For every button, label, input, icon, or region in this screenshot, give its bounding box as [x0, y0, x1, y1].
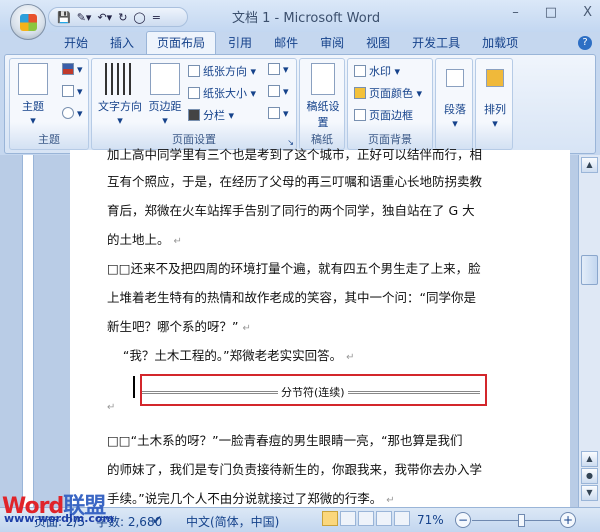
tab-mailings[interactable]: 邮件 [264, 32, 308, 54]
scroll-thumb[interactable] [581, 255, 598, 285]
tab-developer[interactable]: 开发工具 [402, 32, 470, 54]
columns-icon [188, 109, 200, 121]
page-color-button[interactable]: 页面颜色 ▾ [354, 85, 422, 101]
tab-view[interactable]: 视图 [356, 32, 400, 54]
office-logo-icon [20, 14, 37, 31]
group-theme: 主题 ▾ ▾ ▾ ▾ 主题 [9, 58, 89, 150]
theme-effects-icon [62, 107, 74, 119]
manuscript-setup-button[interactable]: 稿纸设置 [306, 63, 340, 130]
watermark-icon [354, 65, 366, 77]
breaks-icon [268, 63, 280, 75]
tab-references[interactable]: 引用 [218, 32, 262, 54]
arrange-button[interactable]: 排列 ▾ [478, 63, 512, 130]
zoom-out-button[interactable]: − [455, 512, 471, 528]
document-area: 加上高中同学里有三个也是考到了这个城市，正好可以结伴而行，相 互有个照应，于是，… [0, 147, 578, 510]
page-borders-button[interactable]: 页面边框 [354, 107, 413, 123]
undo-icon[interactable]: ↶▾ [97, 11, 112, 24]
ribbon: 主题 ▾ ▾ ▾ ▾ 主题 文字方向 ▾ 页边距 ▾ 纸张方向 ▾ 纸张大小 ▾ 分栏… [4, 54, 596, 154]
tab-page-layout[interactable]: 页面布局 [146, 31, 217, 54]
paragraph-button[interactable]: 段落 ▾ [438, 63, 472, 130]
size-icon [188, 87, 200, 99]
circle-icon[interactable]: ◯ [133, 11, 145, 24]
margins-icon [150, 63, 180, 95]
save-icon[interactable]: 💾 [57, 11, 71, 24]
watermark-button[interactable]: 水印 ▾ [354, 63, 400, 79]
page-color-icon [354, 87, 366, 99]
format-painter-icon[interactable]: ✎▾ [77, 11, 92, 24]
zoom-level[interactable]: 71% [417, 513, 444, 527]
theme-colors-icon [62, 63, 74, 75]
columns-button[interactable]: 分栏 ▾ [188, 107, 234, 123]
window-title: 文档 1 - Microsoft Word [232, 11, 381, 26]
quick-access-toolbar: 💾 ✎▾ ↶▾ ↻ ◯ = [48, 7, 188, 27]
redo-icon[interactable]: ↻ [118, 11, 127, 24]
group-arrange: 排列 ▾ [475, 58, 513, 150]
minimize-button[interactable]: – [512, 5, 519, 20]
draft-button[interactable] [394, 511, 410, 526]
group-paragraph: 段落 ▾ [435, 58, 473, 150]
page-borders-icon [354, 109, 366, 121]
zoom-slider[interactable] [472, 520, 560, 521]
highlight-box [140, 374, 487, 406]
tab-addins[interactable]: 加载项 [472, 32, 528, 54]
themes-button[interactable]: 主题 ▾ [16, 63, 50, 127]
breaks-button[interactable]: ▾ [268, 63, 289, 76]
select-browse-object-button[interactable]: ● [581, 468, 598, 484]
theme-colors-button[interactable]: ▾ [62, 63, 83, 76]
group-page-setup: 文字方向 ▾ 页边距 ▾ 纸张方向 ▾ 纸张大小 ▾ 分栏 ▾ ▾ ▾ ▾ 页面设置… [91, 58, 297, 150]
office-button[interactable] [10, 4, 46, 40]
zoom-in-button[interactable]: + [560, 512, 576, 528]
vertical-ruler [22, 155, 34, 507]
title-bar: 💾 ✎▾ ↶▾ ↻ ◯ = 文档 1 - Microsoft Word – □ … [0, 0, 600, 32]
zoom-slider-thumb[interactable] [518, 514, 525, 527]
theme-fonts-button[interactable]: ▾ [62, 85, 83, 98]
manuscript-icon [311, 63, 335, 95]
line-numbers-button[interactable]: ▾ [268, 85, 289, 98]
previous-page-button[interactable]: ▲ [581, 451, 598, 467]
help-icon[interactable]: ? [578, 36, 592, 50]
group-manuscript: 稿纸设置 稿纸 [299, 58, 345, 150]
text-direction-button[interactable]: 文字方向 ▾ [96, 63, 144, 127]
paragraph-icon [446, 69, 464, 87]
proofing-icon[interactable]: ✔ [152, 513, 162, 527]
arrange-icon [486, 69, 504, 87]
customize-qat-button[interactable]: = [152, 11, 161, 24]
document-page[interactable]: 加上高中同学里有三个也是考到了这个城市，正好可以结伴而行，相 互有个照应，于是，… [70, 147, 570, 510]
watermark-url: www.wordlm.com [4, 512, 114, 525]
theme-effects-button[interactable]: ▾ [62, 107, 83, 120]
line-numbers-icon [268, 85, 280, 97]
close-button[interactable]: X [583, 5, 592, 20]
view-buttons [322, 511, 412, 526]
orientation-icon [188, 65, 200, 77]
tab-home[interactable]: 开始 [54, 32, 98, 54]
orientation-button[interactable]: 纸张方向 ▾ [188, 63, 256, 79]
margins-button[interactable]: 页边距 ▾ [146, 63, 184, 127]
text-cursor [133, 376, 135, 398]
maximize-button[interactable]: □ [545, 5, 557, 20]
ribbon-tabs: 开始 插入 页面布局 引用 邮件 审阅 视图 开发工具 加载项 [0, 31, 600, 54]
outline-button[interactable] [376, 511, 392, 526]
group-page-background: 水印 ▾ 页面颜色 ▾ 页面边框 页面背景 [347, 58, 433, 150]
next-page-button[interactable]: ▼ [581, 485, 598, 501]
text-direction-icon [105, 63, 135, 95]
vertical-scrollbar[interactable]: ▲ ▲ ● ▼ [578, 155, 600, 507]
size-button[interactable]: 纸张大小 ▾ [188, 85, 256, 101]
hyphenation-icon [268, 107, 280, 119]
themes-icon [18, 63, 48, 95]
print-layout-button[interactable] [322, 511, 338, 526]
language[interactable]: 中文(简体，中国) [186, 513, 279, 530]
tab-insert[interactable]: 插入 [100, 32, 144, 54]
full-screen-reading-button[interactable] [340, 511, 356, 526]
web-layout-button[interactable] [358, 511, 374, 526]
hyphenation-button[interactable]: ▾ [268, 107, 289, 120]
tab-review[interactable]: 审阅 [310, 32, 354, 54]
theme-fonts-icon [62, 85, 74, 97]
scroll-up-button[interactable]: ▲ [581, 157, 598, 173]
